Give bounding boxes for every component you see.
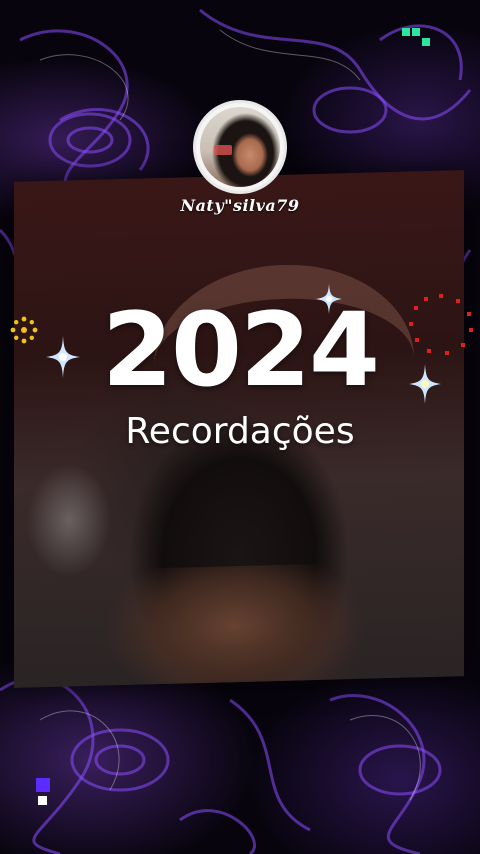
dotted-circle-icon bbox=[409, 294, 473, 355]
sparkle-icon bbox=[409, 364, 441, 404]
pixel-squares-icon bbox=[402, 28, 430, 46]
memories-subtitle: Recordações bbox=[125, 411, 355, 452]
profile-username: Naty"silva79 bbox=[180, 196, 300, 215]
sparkle-icon bbox=[46, 336, 80, 378]
photo-person-skin bbox=[99, 562, 369, 688]
dotted-sun-icon bbox=[10, 316, 38, 344]
sparkle-icon bbox=[316, 284, 342, 314]
pixel-squares-icon bbox=[36, 778, 50, 805]
profile-avatar[interactable] bbox=[196, 103, 284, 191]
avatar-photo bbox=[200, 107, 280, 187]
